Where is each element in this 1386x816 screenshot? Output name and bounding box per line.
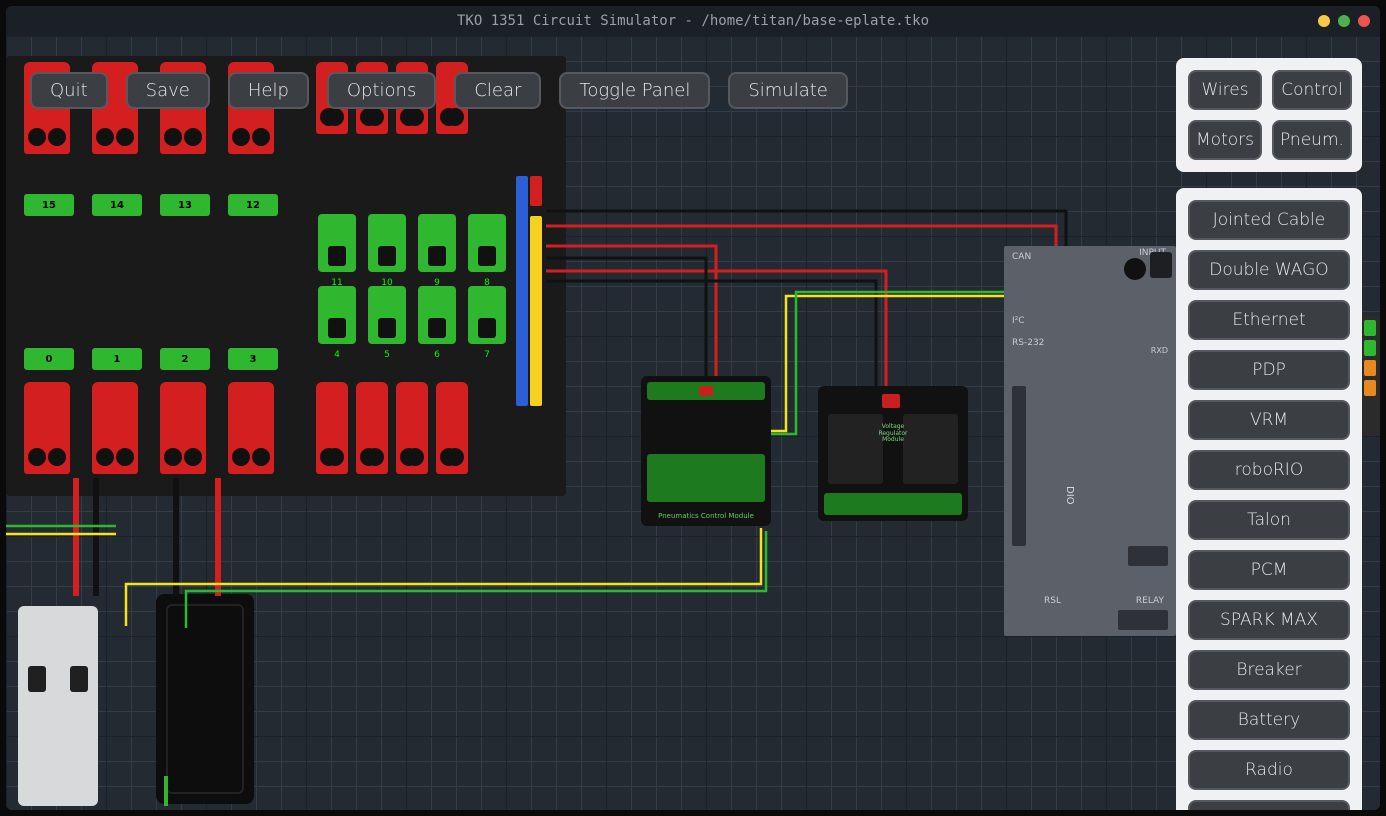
pdp-slot[interactable]: 15: [24, 194, 74, 216]
fuse-small-icon[interactable]: [436, 382, 468, 474]
simulate-button[interactable]: Simulate: [728, 72, 848, 109]
pcm-label: Pneumatics Control Module: [641, 512, 771, 520]
pdp-slot[interactable]: 14: [92, 194, 142, 216]
pdp-slot[interactable]: 1: [92, 348, 142, 370]
clear-button[interactable]: Clear: [454, 72, 541, 109]
app-window: TKO 1351 Circuit Simulator - /home/titan…: [6, 6, 1380, 810]
pdp-channel[interactable]: 10: [368, 214, 406, 272]
rio-can-label: CAN: [1012, 252, 1031, 262]
fuse-small-icon[interactable]: [316, 382, 348, 474]
close-icon[interactable]: [1358, 15, 1370, 27]
window-controls: [1318, 15, 1370, 27]
maximize-icon[interactable]: [1338, 15, 1350, 27]
rio-dio-label: DIO: [1064, 486, 1075, 505]
comp-double-wago[interactable]: Double WAGO: [1188, 250, 1350, 290]
rio-relay-label: RELAY: [1136, 596, 1164, 606]
comp-pcm[interactable]: PCM: [1188, 550, 1350, 590]
rio-i2c-label: I²C: [1012, 316, 1025, 326]
canvas[interactable]: Quit Save Help Options Clear Toggle Pane…: [6, 36, 1380, 810]
comp-vrm[interactable]: VRM: [1188, 400, 1350, 440]
pdp-channel[interactable]: 4: [318, 286, 356, 344]
help-button[interactable]: Help: [228, 72, 309, 109]
titlebar: TKO 1351 Circuit Simulator - /home/titan…: [6, 6, 1380, 36]
minimize-icon[interactable]: [1318, 15, 1330, 27]
category-wires[interactable]: Wires: [1188, 70, 1262, 110]
fuse-small-icon[interactable]: [356, 382, 388, 474]
terminal-orange-icon: [1364, 380, 1376, 396]
options-button[interactable]: Options: [327, 72, 436, 109]
fuse-icon[interactable]: [92, 382, 138, 474]
comp-talon[interactable]: Talon: [1188, 500, 1350, 540]
category-control[interactable]: Control: [1272, 70, 1352, 110]
main-toolbar: Quit Save Help Options Clear Toggle Pane…: [30, 72, 848, 109]
power-jack-icon[interactable]: [1124, 258, 1146, 280]
rio-rs232-label: RS-232: [1012, 338, 1044, 348]
pdp-board[interactable]: 15 14 13 12 11 10 9 8 4 5 6 7 0 1: [6, 56, 566, 496]
edge-connector[interactable]: [1360, 316, 1380, 436]
vrm-label: Voltage Regulator Module: [878, 424, 908, 444]
fuse-small-icon[interactable]: [396, 382, 428, 474]
comp-breaker[interactable]: Breaker: [1188, 650, 1350, 690]
save-button[interactable]: Save: [126, 72, 210, 109]
pdp-channel[interactable]: 8: [468, 214, 506, 272]
strip-yellow-icon: [530, 216, 542, 406]
quit-button[interactable]: Quit: [30, 72, 108, 109]
window-title: TKO 1351 Circuit Simulator - /home/titan…: [457, 13, 929, 29]
roborio-board[interactable]: CAN INPUT RS-232 I²C RXD RSL RELAY DIO: [1004, 246, 1176, 636]
comp-roborio[interactable]: roboRIO: [1188, 450, 1350, 490]
pcm-board[interactable]: Pneumatics Control Module: [641, 376, 771, 526]
pdp-channel[interactable]: 9: [418, 214, 456, 272]
battery-terminal-icon: [28, 666, 46, 692]
pin-header-icon[interactable]: [1012, 386, 1026, 546]
pdp-slot[interactable]: 0: [24, 348, 74, 370]
usb-port-icon[interactable]: [1150, 252, 1172, 278]
pdp-side-connectors: [516, 176, 556, 406]
pdp-channel[interactable]: 5: [368, 286, 406, 344]
strip-blue-icon: [516, 176, 528, 406]
category-pneum[interactable]: Pneum.: [1272, 120, 1352, 160]
toggle-panel-button[interactable]: Toggle Panel: [559, 72, 710, 109]
terminal-green-icon: [1364, 340, 1376, 356]
vrm-board[interactable]: Voltage Regulator Module: [818, 386, 968, 521]
fuse-icon[interactable]: [228, 382, 274, 474]
pin-header-icon[interactable]: [1118, 610, 1168, 630]
pdp-slot[interactable]: 2: [160, 348, 210, 370]
pdp-channel[interactable]: 6: [418, 286, 456, 344]
comp-pdp[interactable]: PDP: [1188, 350, 1350, 390]
comp-spark-max[interactable]: SPARK MAX: [1188, 600, 1350, 640]
battery-component[interactable]: [18, 606, 98, 806]
pin-header-icon[interactable]: [1128, 546, 1168, 566]
terminal-orange-icon: [1364, 360, 1376, 376]
pdp-slot[interactable]: 13: [160, 194, 210, 216]
pdp-slot[interactable]: 12: [228, 194, 278, 216]
comp-ethernet[interactable]: Ethernet: [1188, 300, 1350, 340]
rio-rxd-label: RXD: [1151, 346, 1168, 355]
pdp-slot[interactable]: 3: [228, 348, 278, 370]
component-panel: Jointed Cable Double WAGO Ethernet PDP V…: [1176, 188, 1362, 810]
rio-rsl-label: RSL: [1044, 596, 1061, 606]
category-panel: Wires Control Motors Pneum.: [1176, 58, 1362, 172]
pdp-channel[interactable]: 7: [468, 286, 506, 344]
comp-eplate[interactable]: E-Plate: [1188, 800, 1350, 810]
fuse-icon[interactable]: [24, 382, 70, 474]
strip-red-icon: [530, 176, 542, 206]
battery-terminal-icon: [70, 666, 88, 692]
fuse-icon[interactable]: [160, 382, 206, 474]
comp-radio[interactable]: Radio: [1188, 750, 1350, 790]
breaker-component[interactable]: [156, 594, 254, 804]
category-motors[interactable]: Motors: [1188, 120, 1262, 160]
comp-battery[interactable]: Battery: [1188, 700, 1350, 740]
comp-jointed-cable[interactable]: Jointed Cable: [1188, 200, 1350, 240]
pdp-channel[interactable]: 11: [318, 214, 356, 272]
terminal-green-icon: [1364, 320, 1376, 336]
